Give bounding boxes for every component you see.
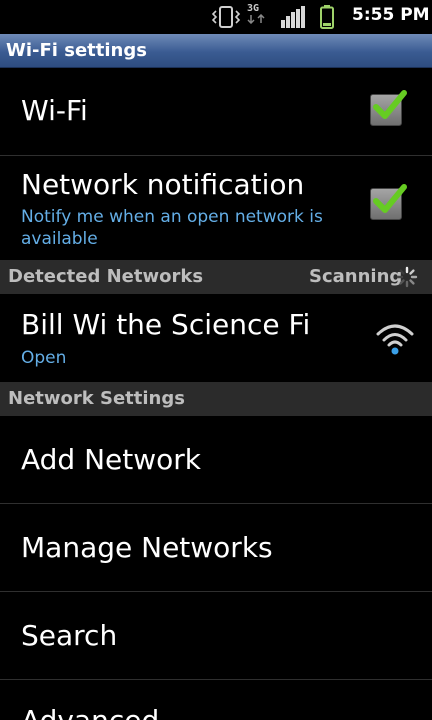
network-list-item[interactable]: Bill Wi the Science Fi Open <box>0 294 432 382</box>
title-bar: Wi-Fi settings <box>0 34 432 68</box>
section-header-network-settings: Network Settings <box>0 382 432 416</box>
section-header-detected-networks: Detected Networks Scanning <box>0 260 432 294</box>
wifi-signal-icon <box>376 324 414 355</box>
network-notification-checkbox[interactable] <box>370 184 407 220</box>
page-title: Wi-Fi settings <box>6 40 147 61</box>
wifi-toggle-row[interactable]: Wi-Fi <box>0 69 432 156</box>
battery-icon <box>320 5 334 29</box>
manage-networks-item[interactable]: Manage Networks <box>0 504 432 592</box>
section-label: Detected Networks <box>8 266 204 287</box>
vibrate-icon <box>211 6 241 28</box>
checkmark-icon <box>373 184 407 213</box>
network-notification-row[interactable]: Network notification Notify me when an o… <box>0 156 432 260</box>
signal-icon <box>281 6 305 28</box>
scanning-status: Scanning <box>309 266 403 287</box>
status-bar: 3G 5:55 PM <box>0 0 432 34</box>
clock: 5:55 PM <box>352 5 430 25</box>
wifi-label: Wi-Fi <box>21 94 88 127</box>
search-label: Search <box>21 619 118 652</box>
advanced-label: Advanced <box>21 704 159 720</box>
network-type-label: 3G <box>247 3 260 14</box>
search-item[interactable]: Search <box>0 592 432 680</box>
checkmark-icon <box>373 90 407 119</box>
advanced-item[interactable]: Advanced <box>0 680 432 720</box>
section-label: Network Settings <box>8 388 185 409</box>
add-network-item[interactable]: Add Network <box>0 416 432 504</box>
network-notification-label: Network notification <box>21 168 305 201</box>
add-network-label: Add Network <box>21 443 202 476</box>
manage-networks-label: Manage Networks <box>21 531 273 564</box>
network-ssid: Bill Wi the Science Fi <box>21 308 311 341</box>
wifi-checkbox[interactable] <box>370 90 407 126</box>
spinner-icon <box>396 266 418 288</box>
network-notification-summary: Notify me when an open network is availa… <box>21 207 323 249</box>
network-security: Open <box>21 348 67 368</box>
3g-icon: 3G <box>247 4 269 28</box>
